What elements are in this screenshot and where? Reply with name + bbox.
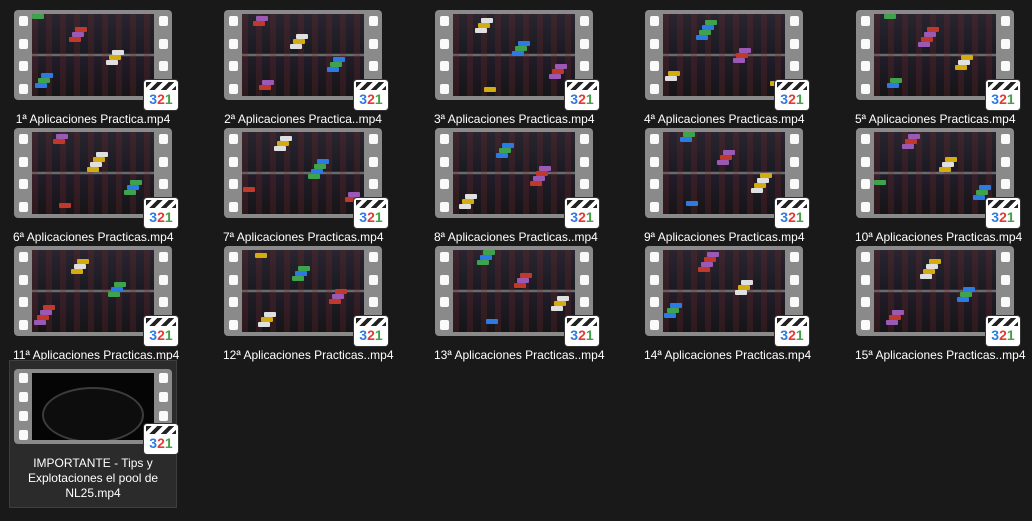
media-player-badge-icon: 321 <box>986 316 1020 346</box>
file-tile[interactable]: 321 4ª Aplicaciones Practicas.mp4 <box>640 2 809 127</box>
video-thumbnail: 321 <box>645 246 809 346</box>
file-tile[interactable]: 321 14ª Aplicaciones Practicas.mp4 <box>640 238 812 363</box>
media-player-badge-icon: 321 <box>144 316 178 346</box>
film-strip-left <box>226 128 240 218</box>
file-tile[interactable]: 321 10ª Aplicaciones Practicas.mp4 <box>851 120 1022 245</box>
video-frame <box>32 250 154 332</box>
film-strip-left <box>858 10 872 100</box>
film-strip-left <box>16 10 30 100</box>
video-thumbnail: 321 <box>14 246 178 346</box>
file-name-label: IMPORTANTE - Tips y Explotaciones el poo… <box>27 456 159 500</box>
film-strip-left <box>16 369 30 444</box>
media-player-badge-icon: 321 <box>775 80 809 110</box>
video-thumbnail: 321 <box>856 10 1020 110</box>
file-tile[interactable]: 321 12ª Aplicaciones Practicas..mp4 <box>219 238 394 363</box>
media-player-badge-icon: 321 <box>775 316 809 346</box>
media-player-badge-icon: 321 <box>565 316 599 346</box>
media-player-badge-icon: 321 <box>354 80 388 110</box>
video-thumbnail: 321 <box>14 10 178 110</box>
file-name-label: 13ª Aplicaciones Practicas..mp4 <box>434 348 605 362</box>
media-player-badge-icon: 321 <box>565 80 599 110</box>
video-thumbnail: 321 <box>435 246 599 346</box>
video-frame <box>874 132 996 214</box>
file-name-label: 12ª Aplicaciones Practicas..mp4 <box>223 348 394 362</box>
file-tile[interactable]: 321 IMPORTANTE - Tips y Explotaciones el … <box>9 360 178 508</box>
video-frame <box>242 14 364 96</box>
film-strip-left <box>16 128 30 218</box>
media-player-badge-icon: 321 <box>144 198 178 228</box>
video-frame <box>32 132 154 214</box>
file-tile[interactable]: 321 7ª Aplicaciones Practicas.mp4 <box>219 120 388 245</box>
file-grid: 321 1ª Aplicaciones Practica.mp4 321 2ª Apl… <box>0 0 1032 521</box>
video-frame <box>242 132 364 214</box>
film-strip-left <box>226 246 240 336</box>
film-strip-left <box>647 128 661 218</box>
film-strip-left <box>647 10 661 100</box>
video-thumbnail: 321 <box>435 128 599 228</box>
file-name-label: 14ª Aplicaciones Practicas.mp4 <box>644 348 812 362</box>
video-frame <box>453 132 575 214</box>
film-strip-left <box>858 128 872 218</box>
media-player-badge-icon: 321 <box>354 198 388 228</box>
video-thumbnail: 321 <box>856 246 1020 346</box>
film-strip-left <box>647 246 661 336</box>
video-thumbnail: 321 <box>856 128 1020 228</box>
file-tile[interactable]: 321 1ª Aplicaciones Practica.mp4 <box>9 2 178 127</box>
film-strip-left <box>858 246 872 336</box>
video-frame <box>874 14 996 96</box>
film-strip-left <box>437 10 451 100</box>
video-frame <box>32 373 154 440</box>
media-player-badge-icon: 321 <box>986 80 1020 110</box>
media-player-badge-icon: 321 <box>565 198 599 228</box>
video-thumbnail: 321 <box>14 369 178 454</box>
video-thumbnail: 321 <box>224 10 388 110</box>
media-player-badge-icon: 321 <box>144 80 178 110</box>
video-thumbnail: 321 <box>14 128 178 228</box>
video-frame <box>874 250 996 332</box>
file-name-label: 15ª Aplicaciones Practicas..mp4 <box>855 348 1026 362</box>
film-strip-left <box>16 246 30 336</box>
video-thumbnail: 321 <box>224 246 388 346</box>
video-thumbnail: 321 <box>645 128 809 228</box>
video-frame <box>32 14 154 96</box>
video-thumbnail: 321 <box>435 10 599 110</box>
media-player-badge-icon: 321 <box>354 316 388 346</box>
media-player-badge-icon: 321 <box>775 198 809 228</box>
video-frame <box>453 14 575 96</box>
file-tile[interactable]: 321 11ª Aplicaciones Practicas.mp4 <box>9 238 179 363</box>
file-tile[interactable]: 321 9ª Aplicaciones Practicas.mp4 <box>640 120 809 245</box>
video-frame <box>663 250 785 332</box>
media-player-badge-icon: 321 <box>986 198 1020 228</box>
file-tile[interactable]: 321 8ª Aplicaciones Practicas..mp4 <box>430 120 599 245</box>
file-tile[interactable]: 321 13ª Aplicaciones Practicas..mp4 <box>430 238 605 363</box>
video-thumbnail: 321 <box>645 10 809 110</box>
file-tile[interactable]: 321 6ª Aplicaciones Practicas.mp4 <box>9 120 178 245</box>
media-player-badge-icon: 321 <box>144 424 178 454</box>
video-frame <box>663 132 785 214</box>
file-tile[interactable]: 321 2ª Aplicaciones Practica..mp4 <box>219 2 388 127</box>
video-thumbnail: 321 <box>224 128 388 228</box>
video-frame <box>453 250 575 332</box>
video-frame <box>663 14 785 96</box>
film-strip-left <box>437 128 451 218</box>
file-tile[interactable]: 321 5ª Aplicaciones Practicas.mp4 <box>851 2 1020 127</box>
video-frame <box>242 250 364 332</box>
film-strip-left <box>226 10 240 100</box>
film-strip-left <box>437 246 451 336</box>
file-tile[interactable]: 321 15ª Aplicaciones Practicas..mp4 <box>851 238 1026 363</box>
poker-table <box>42 387 144 440</box>
file-tile[interactable]: 321 3ª Aplicaciones Practicas.mp4 <box>430 2 599 127</box>
